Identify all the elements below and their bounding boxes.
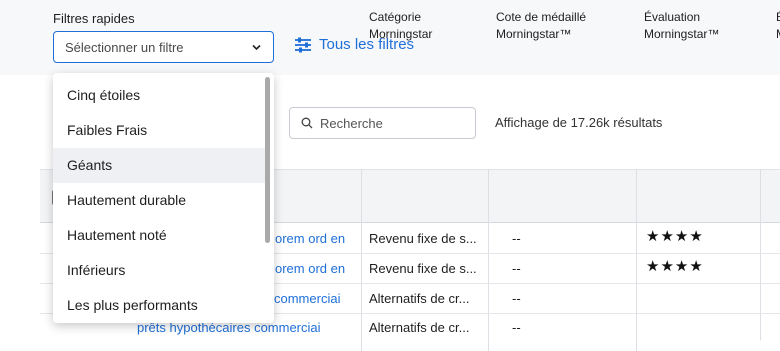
fund-name-link[interactable]: orem ord en (275, 231, 345, 246)
medal-cell: -- (512, 261, 521, 276)
column-divider (488, 169, 489, 351)
category-cell: Alternatifs de cr... (369, 291, 470, 306)
medal-cell: -- (512, 291, 521, 306)
category-cell: Revenu fixe de s... (369, 231, 477, 246)
screener-panel: Filtres rapides Sélectionner un filtre T… (0, 0, 780, 351)
medal-cell: -- (512, 320, 521, 335)
fund-name-link[interactable]: orem ord en (275, 261, 345, 276)
column-divider (361, 169, 362, 351)
filter-option-five-stars[interactable]: Cinq étoiles (53, 78, 266, 113)
results-count: Affichage de 17.26k résultats (495, 115, 663, 130)
medal-cell: -- (512, 231, 521, 246)
column-divider (636, 169, 637, 351)
star-rating: ★★★★ (646, 258, 704, 275)
search-input[interactable]: Recherche (289, 107, 476, 139)
filter-dropdown-menu: Cinq étoiles Faibles Frais Géants Hautem… (53, 73, 274, 323)
filter-select-value: Sélectionner un filtre (65, 40, 184, 55)
chevron-down-icon (252, 44, 261, 51)
filter-select[interactable]: Sélectionner un filtre (53, 31, 274, 63)
search-icon (301, 117, 313, 129)
sliders-icon (295, 37, 311, 52)
dropdown-scrollbar[interactable] (265, 77, 270, 243)
category-cell: Revenu fixe de s... (369, 261, 477, 276)
column-divider (760, 169, 761, 351)
filter-option-top-performers[interactable]: Les plus performants (53, 288, 266, 323)
star-rating: ★★★★ (646, 228, 704, 245)
search-placeholder: Recherche (320, 116, 383, 131)
quick-filters-label: Filtres rapides (53, 11, 135, 26)
column-header-next[interactable]: É M (776, 9, 780, 43)
fund-name-link[interactable]: commerciai (274, 291, 340, 306)
filter-option-lower[interactable]: Inférieurs (53, 253, 266, 288)
column-header-category[interactable]: Catégorie Morningstar (369, 9, 432, 43)
filter-option-giants[interactable]: Géants (53, 148, 266, 183)
filter-option-highly-sustainable[interactable]: Hautement durable (53, 183, 266, 218)
filter-option-low-fees[interactable]: Faibles Frais (53, 113, 266, 148)
filter-option-highly-rated[interactable]: Hautement noté (53, 218, 266, 253)
category-cell: Alternatifs de cr... (369, 320, 470, 335)
column-header-medalist-rating[interactable]: Cote de médaillé Morningstar™ (496, 9, 586, 43)
column-header-star-rating[interactable]: Évaluation Morningstar™ (644, 9, 719, 43)
